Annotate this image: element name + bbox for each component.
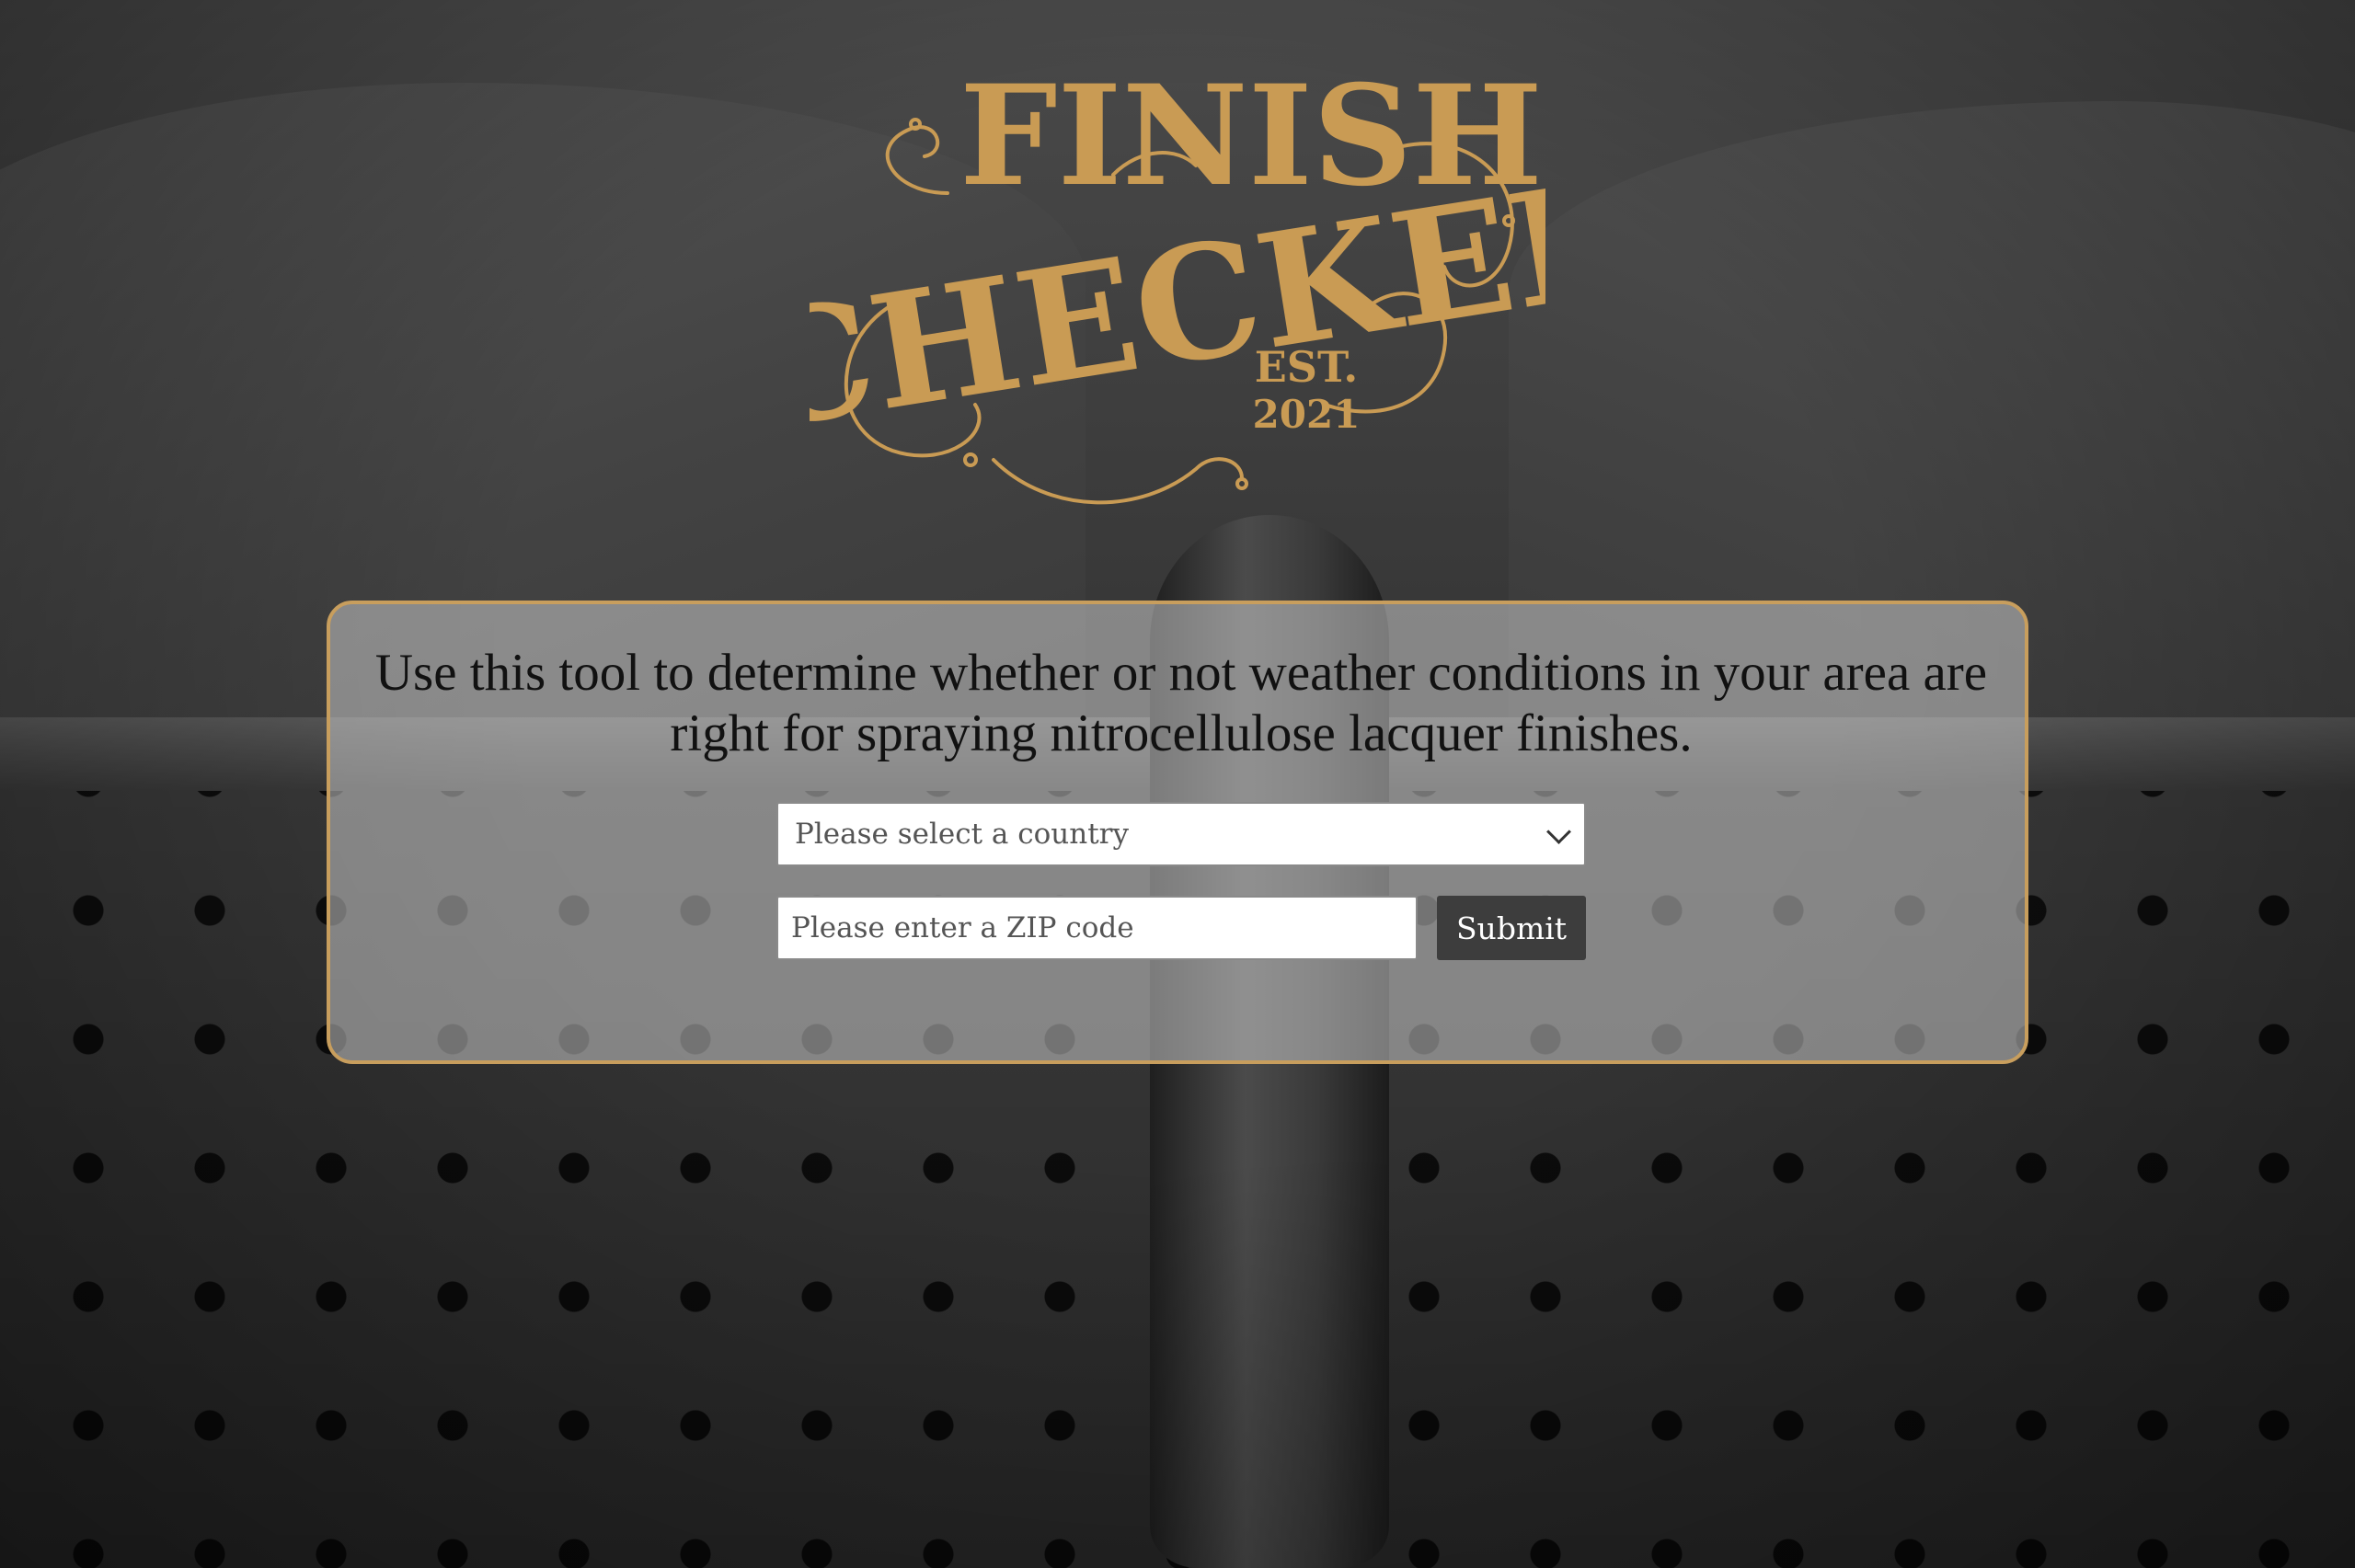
- intro-text: Use this tool to determine whether or no…: [374, 644, 1988, 762]
- logo-est: EST.: [1255, 342, 1359, 392]
- country-select[interactable]: Please select a country: [776, 802, 1586, 866]
- zip-code-input[interactable]: [776, 896, 1418, 960]
- logo-svg: FINISH CHECKER EST. 2021: [810, 55, 1545, 505]
- finish-checker-logo: FINISH CHECKER EST. 2021: [810, 37, 1545, 533]
- country-select-value: Please select a country: [795, 818, 1129, 851]
- finish-checker-panel: Use this tool to determine whether or no…: [327, 601, 2028, 1064]
- submit-button[interactable]: Submit: [1437, 896, 1586, 960]
- logo-year: 2021: [1253, 392, 1361, 437]
- chevron-down-icon: [1546, 819, 1571, 844]
